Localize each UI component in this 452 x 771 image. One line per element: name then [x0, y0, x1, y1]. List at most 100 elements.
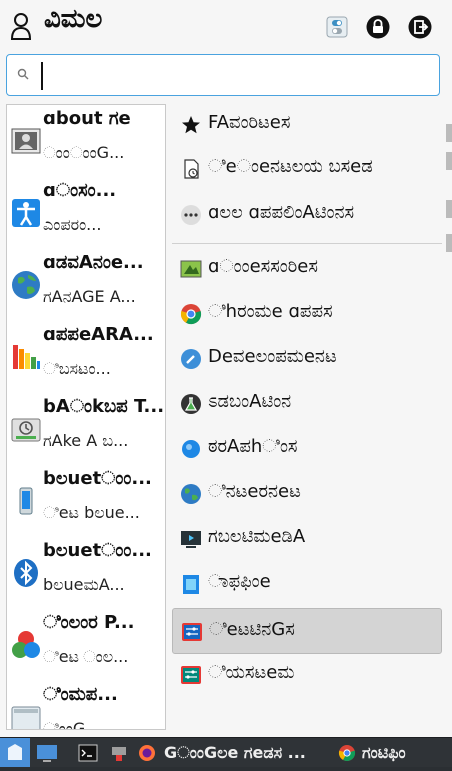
lock-screen-button[interactable] — [366, 15, 390, 39]
category-label: ಿನಟeರನeಟ — [208, 481, 301, 502]
category-all-applications[interactable]: ɑಲಲ ɑಪಪಲಿಂAಟಿಂನಸ — [172, 196, 442, 234]
file-manager-button[interactable] — [110, 741, 128, 765]
favorite-item-about-me[interactable]: ɑbout ಗe ಂಂಂಂG... — [7, 105, 165, 177]
favorite-title: ಿಂಮಪ... — [43, 684, 118, 705]
favorite-title: bಲuetಂಂ... — [43, 540, 152, 561]
kde-menu-icon — [8, 744, 22, 760]
category-label: ಗಬಲಟಿಮeಡಿA — [208, 526, 306, 547]
category-label: ಽಡಬಂAಟಿಂನ — [208, 391, 292, 412]
composite-icon — [11, 706, 41, 729]
chrome-icon — [180, 304, 202, 325]
favorites-list: ɑbout ಗe ಂಂಂಂG... ɑಂಸಂ... ಎಂಪರಂ... ɑಡವAನ… — [6, 104, 166, 730]
taskbar-window-title[interactable]: GಂಂGಲe ಗeಡಸ ... — [164, 743, 306, 763]
category-system[interactable]: ಿಯಸಟeಮ — [172, 656, 442, 694]
about-me-icon — [11, 128, 41, 154]
category-favorites[interactable]: FAವಂರಿಟeಸ — [172, 106, 442, 144]
firefox-button[interactable] — [138, 741, 156, 765]
favorite-item-accessibility[interactable]: ɑಂಸಂ... ಎಂಪರಂ... — [7, 177, 165, 249]
terminal-icon — [78, 744, 98, 762]
terminal-button[interactable] — [78, 741, 98, 765]
favorite-subtitle: bಲueಮA... — [43, 575, 125, 594]
graphics-icon — [182, 440, 200, 458]
favorite-title: ɑbout ಗe — [43, 108, 131, 129]
favorite-subtitle: ಿಬಸಟಂ... — [43, 359, 111, 378]
favorite-title: ɑಂಸಂ... — [43, 180, 117, 201]
leave-button[interactable] — [408, 15, 432, 39]
favorite-item-composite[interactable]: ಿಂಮಪ... ಿಂಂG... — [7, 681, 165, 730]
development-icon — [181, 349, 201, 369]
category-development[interactable]: Deವeಲಂಪಮeನಟ — [172, 340, 442, 378]
favorite-subtitle: ಿeಟ bಲue... — [43, 503, 140, 522]
category-label: Deವeಲಂಪಮeನಟ — [208, 346, 337, 367]
category-label: ಾಫಫಿಂe — [208, 571, 271, 592]
desktop-icon — [37, 745, 57, 762]
chrome-taskbar-button[interactable] — [338, 741, 356, 765]
recent-icon — [184, 159, 199, 179]
category-label: ɑಲಲ ɑಪಪಲಿಂAಟಿಂನಸ — [208, 202, 355, 223]
search-field[interactable] — [6, 54, 440, 96]
settings-app-icon — [182, 623, 202, 641]
favorite-item-appearance[interactable]: ɑಪಪeARA... ಿಬಸಟಂ... — [7, 321, 165, 393]
star-icon — [182, 116, 200, 134]
multimedia-icon — [181, 531, 201, 548]
settings-button[interactable] — [325, 15, 349, 39]
favorite-title: ɑಪಪeARA... — [43, 324, 154, 345]
favorite-title: bಲuetಂಂ... — [43, 468, 152, 489]
category-multimedia[interactable]: ಗಬಲಟಿಮeಡಿA — [172, 520, 442, 558]
color-icon — [12, 631, 40, 658]
leave-icon — [408, 15, 432, 39]
favorite-item-backup[interactable]: bAಂkಬಪ T... ಗAke A ಬ... — [7, 393, 165, 465]
favorite-subtitle: ಗAke A ಬ... — [43, 431, 129, 450]
search-icon — [17, 68, 29, 80]
category-office[interactable]: ಾಫಫಿಂe — [172, 565, 442, 603]
category-label: ಠರAಪhಿಂಸ — [208, 436, 298, 457]
more-icon — [181, 205, 201, 225]
favorite-subtitle: ಿeಟ ಂಲ... — [43, 647, 129, 666]
bluetooth-icon — [14, 559, 38, 587]
category-label: FAವಂರಿಟeಸ — [208, 112, 291, 133]
system-icon — [181, 666, 201, 684]
favorite-title: bAಂkಬಪ T... — [43, 396, 165, 417]
user-icon[interactable] — [10, 12, 32, 40]
desktop-edge-icons — [446, 124, 452, 252]
accessories-icon — [180, 260, 202, 278]
user-name: ವಿಮಲ — [44, 4, 103, 34]
category-internet[interactable]: ಿನಟeರನeಟ — [172, 475, 442, 513]
favorite-title: ಿಂಲಂರ P... — [43, 612, 135, 633]
favorite-subtitle: ಗAನAGE A... — [43, 287, 136, 306]
file-manager-icon — [112, 747, 126, 761]
category-accessories[interactable]: ɑಂಂeಸಸಂರಿeಸ — [172, 250, 442, 288]
category-chrome-apps[interactable]: ಿhರಂಮe ɑಪಪಸ — [172, 295, 442, 333]
bluetooth-phone-icon — [19, 487, 33, 515]
category-graphics[interactable]: ಠರAಪhಿಂಸ — [172, 430, 442, 468]
launcher-header: ವಿಮಲ — [0, 0, 452, 50]
network-globe-icon — [12, 271, 40, 299]
categories-list: FAವಂರಿಟeಸ ಿeಂeನಟಲಯ ಬಸeಡ ɑಲಲ ɑಪಪಲಿಂAಟಿಂನಸ — [172, 104, 444, 704]
taskbar-window-title[interactable]: ಗಂಟಿಫಿಂ — [362, 743, 452, 763]
favorite-item-bluetooth[interactable]: bಲuetಂಂ... bಲueಮA... — [7, 537, 165, 609]
internet-icon — [181, 484, 201, 504]
category-label: ಿhರಂಮe ɑಪಪಸ — [208, 301, 333, 322]
education-icon — [181, 394, 201, 414]
office-icon — [183, 575, 199, 594]
favorite-item-color[interactable]: ಿಂಲಂರ P... ಿeಟ ಂಲ... — [7, 609, 165, 681]
category-education[interactable]: ಽಡಬಂAಟಿಂನ — [172, 385, 442, 423]
firefox-icon — [139, 745, 155, 761]
category-label: ಿeಂeನಟಲಯ ಬಸeಡ — [208, 156, 373, 177]
favorite-item-bluetooth-phone[interactable]: bಲuetಂಂ... ಿeಟ bಲue... — [7, 465, 165, 537]
backup-icon — [11, 418, 41, 442]
lock-icon — [366, 15, 390, 39]
favorite-subtitle: ಎಂಪರಂ... — [43, 215, 102, 234]
desktop-button[interactable] — [36, 741, 58, 765]
search-input[interactable] — [35, 61, 434, 91]
taskbar: GಂಂGಲe ಗeಡಸ ... ಗಂಟಿಫಿಂ — [0, 737, 452, 767]
category-label: ಿಯಸಟeಮ — [208, 662, 295, 683]
category-settings[interactable]: ಿeಟಟಿನGಸ — [172, 608, 442, 654]
favorite-subtitle: ಿಂಂG... — [43, 719, 101, 730]
launcher-button[interactable] — [0, 738, 30, 767]
text-cursor — [41, 62, 43, 90]
category-recent[interactable]: ಿeಂeನಟಲಯ ಬಸeಡ — [172, 150, 442, 188]
favorite-title: ɑಡವAನಂe... — [43, 252, 144, 273]
favorite-item-network[interactable]: ɑಡವAನಂe... ಗAನAGE A... — [7, 249, 165, 321]
chrome-icon — [338, 745, 356, 762]
